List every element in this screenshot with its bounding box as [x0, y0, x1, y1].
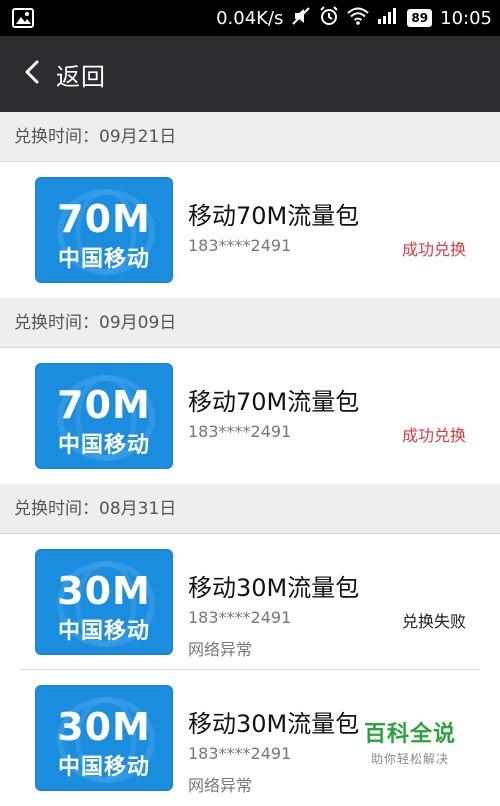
thumbnail-subtitle: 中国移动 [57, 247, 150, 272]
phone-number: 183****2491 [188, 608, 292, 627]
alarm-icon [319, 5, 339, 31]
product-thumbnail: 70M 中国移动 [35, 177, 173, 283]
thumbnail-background: 30M 中国移动 [39, 553, 169, 651]
thumbnail-subtitle: 中国移动 [57, 619, 150, 644]
wifi-icon [347, 7, 370, 30]
product-thumbnail: 30M 中国移动 [35, 685, 173, 791]
exchange-status: 成功兑换 [401, 426, 466, 445]
exchange-status: 兑换失败 [401, 612, 466, 631]
list-item[interactable]: 70M 中国移动 移动70M流量包 183****2491 成功兑换 [0, 162, 500, 298]
phone-number: 183****2491 [188, 236, 292, 255]
thumbnail-background: 70M 中国移动 [39, 181, 169, 279]
network-speed: 0.04K/s [216, 7, 284, 29]
thumbnail-title: 70M [57, 383, 151, 427]
signal-icon [377, 7, 399, 30]
product-thumbnail: 70M 中国移动 [35, 363, 173, 469]
clock: 10:05 [440, 7, 492, 29]
thumbnail-background: 30M 中国移动 [39, 689, 169, 787]
thumbnail-title: 30M [57, 569, 151, 613]
product-name: 移动70M流量包 [188, 202, 360, 230]
nav-bar: 返回 [0, 36, 500, 112]
thumbnail-subtitle: 中国移动 [57, 755, 150, 780]
status-bar: 0.04K/s 89 10:05 [0, 0, 500, 36]
product-name: 移动70M流量包 [188, 388, 360, 416]
status-indicators: 0.04K/s 89 10:05 [216, 0, 492, 36]
thumbnail-title: 30M [57, 705, 151, 749]
back-label: 返回 [56, 62, 106, 91]
failure-reason: 网络异常 [188, 640, 253, 659]
thumbnail-subtitle: 中国移动 [57, 433, 150, 458]
gallery-icon [12, 8, 34, 32]
watermark-logo: 百科全说 助你轻松解决 [364, 716, 456, 767]
exchange-list: 兑换时间：09月21日 70M 中国移动 移动70M流量包 183****249… [0, 112, 500, 806]
product-name: 移动30M流量包 [188, 574, 360, 602]
phone-number: 183****2491 [188, 744, 292, 763]
back-button[interactable]: 返回 [24, 50, 106, 98]
phone-number: 183****2491 [188, 422, 292, 441]
list-item[interactable]: 70M 中国移动 移动70M流量包 183****2491 成功兑换 [0, 348, 500, 484]
chevron-left-icon [24, 59, 40, 89]
watermark-title: 百科全说 [363, 722, 456, 747]
date-header: 兑换时间：08月31日 [0, 484, 500, 534]
date-header: 兑换时间：09月21日 [0, 112, 500, 162]
exchange-status: 成功兑换 [401, 240, 466, 259]
product-thumbnail: 30M 中国移动 [35, 549, 173, 655]
battery-icon: 89 [407, 9, 433, 27]
watermark-subtitle: 助你轻松解决 [370, 752, 449, 766]
date-header: 兑换时间：09月09日 [0, 298, 500, 348]
thumbnail-background: 70M 中国移动 [39, 367, 169, 465]
thumbnail-title: 70M [57, 197, 151, 241]
list-item[interactable]: 30M 中国移动 移动30M流量包 183****2491 网络异常 兑换失败 [0, 534, 500, 670]
mute-icon [291, 6, 311, 31]
product-name: 移动30M流量包 [188, 710, 360, 738]
failure-reason: 网络异常 [188, 776, 253, 795]
